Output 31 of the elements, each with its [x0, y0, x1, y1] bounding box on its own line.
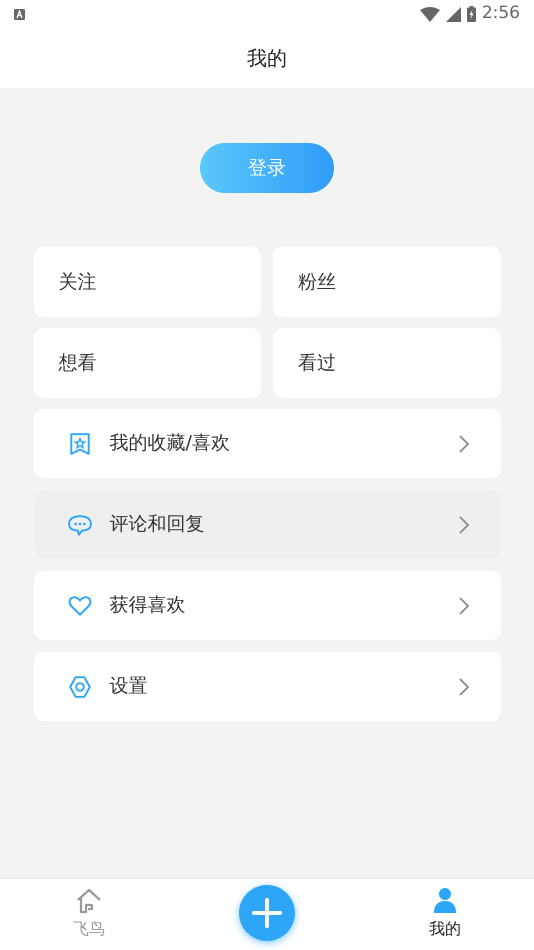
stat-card[interactable]: 关注	[34, 247, 261, 317]
menu-item[interactable]: 获得喜欢	[34, 571, 500, 640]
chevron-right-icon	[458, 516, 468, 534]
page-title: 我的	[247, 45, 287, 72]
status-time: 2:56	[482, 2, 520, 26]
stat-card[interactable]: 想看	[34, 328, 261, 398]
menu-label: 设置	[110, 674, 148, 700]
notification-icon	[14, 8, 25, 20]
heart-icon	[68, 594, 92, 618]
menu-item[interactable]: 评论和回复	[34, 490, 500, 559]
menu-item[interactable]: 我的收藏/喜欢	[34, 409, 500, 478]
wifi-icon	[420, 6, 440, 22]
menu-label: 评论和回复	[110, 512, 206, 538]
stat-card[interactable]: 粉丝	[273, 247, 500, 317]
signal-icon	[446, 6, 461, 22]
menu-item[interactable]: 设置	[34, 652, 500, 721]
settings-icon	[68, 674, 92, 698]
house-icon	[75, 887, 103, 915]
add-button[interactable]	[239, 885, 295, 941]
speech-bubble-icon	[68, 512, 92, 536]
menu-label: 获得喜欢	[110, 593, 186, 618]
stat-card[interactable]: 看过	[273, 328, 500, 398]
nav-tab[interactable]: 我的	[429, 887, 461, 941]
menu-label: 我的收藏/喜欢	[110, 431, 231, 456]
bookmark-star-icon	[68, 432, 92, 456]
battery-icon	[466, 6, 476, 22]
plus-icon	[251, 897, 283, 929]
chevron-right-icon	[458, 434, 468, 452]
person-icon	[431, 887, 459, 915]
chevron-right-icon	[458, 678, 468, 696]
chevron-right-icon	[458, 596, 468, 614]
